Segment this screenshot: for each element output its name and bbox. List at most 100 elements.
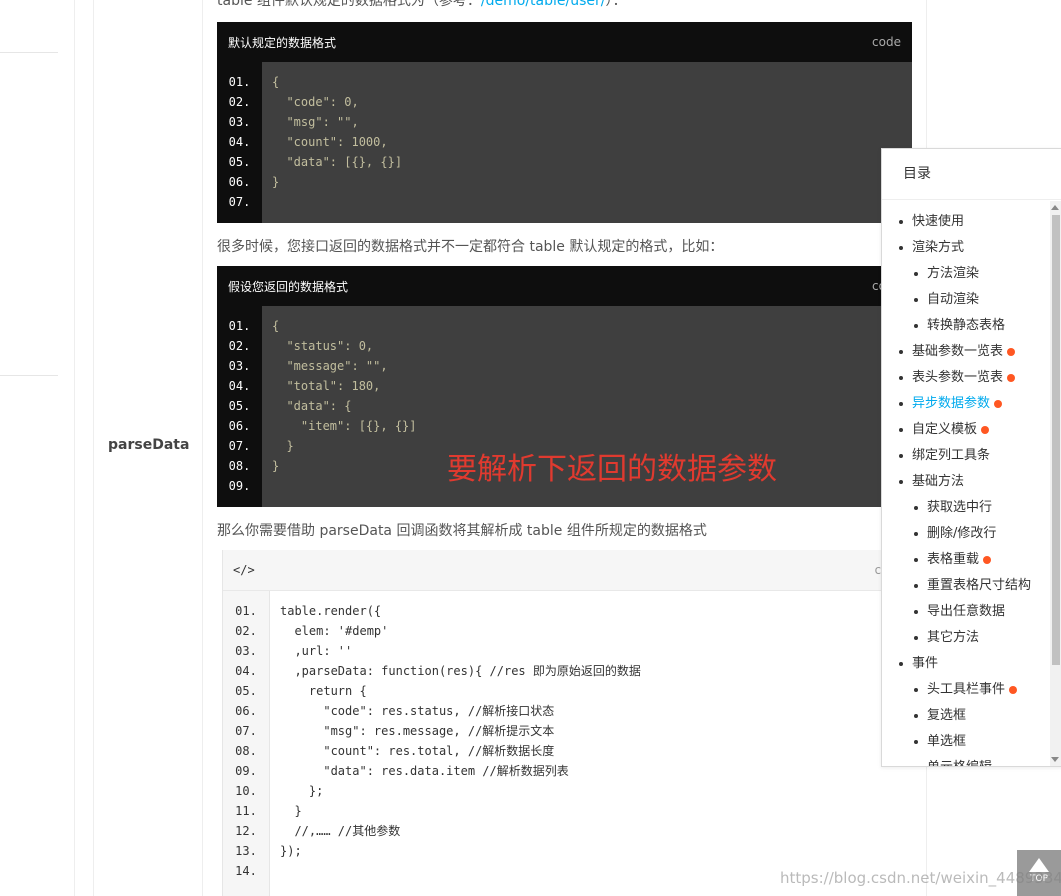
bullet-icon: [914, 532, 918, 536]
scroll-up-icon[interactable]: [1051, 205, 1059, 210]
line-number: 01.: [228, 319, 251, 333]
code-line: ,parseData: function(res){ //res 即为原始返回的…: [280, 664, 641, 678]
code-line: }: [272, 175, 280, 189]
scroll-down-icon[interactable]: [1051, 757, 1059, 762]
bullet-icon: [914, 714, 918, 718]
toc-item[interactable]: 绑定列工具条: [882, 443, 1050, 469]
line-number: 07.: [228, 195, 251, 209]
toc-item[interactable]: 单元格编辑: [882, 755, 1050, 766]
code-block-default-format: 默认规定的数据格式 code 01. 02. 03. 04. 05. 06. 07. { "…: [217, 22, 912, 223]
toc-item[interactable]: 自定义模板: [882, 417, 1050, 443]
toc-item[interactable]: 表头参数一览表: [882, 365, 1050, 391]
line-number: 03.: [228, 359, 251, 373]
code-block-header: 默认规定的数据格式 code: [217, 22, 912, 62]
bullet-icon: [899, 662, 903, 666]
line-numbers: 01. 02. 03. 04. 05. 06. 07. 08. 09.: [217, 306, 262, 507]
property-name: parseData: [108, 437, 190, 453]
toc-item[interactable]: 其它方法: [882, 625, 1050, 651]
bullet-icon: [914, 740, 918, 744]
code-block-header: </> code: [223, 550, 913, 591]
code-line: table.render({: [280, 604, 382, 618]
toc-item-label: 事件: [912, 656, 939, 671]
toc-item[interactable]: 表格重载: [882, 547, 1050, 573]
code-line: }: [280, 804, 302, 818]
toc-item[interactable]: 头工具栏事件: [882, 677, 1050, 703]
new-badge-dot-icon: [994, 399, 1003, 408]
red-annotation: 要解析下返回的数据参数: [447, 452, 777, 487]
code-line: ,url: '': [280, 644, 353, 658]
paragraph-text: 那么你需要借助 parseData 回调函数将其解析成 table 组件所规定的…: [217, 523, 707, 539]
bullet-icon: [899, 220, 903, 224]
intro-tail: ）：: [605, 0, 627, 9]
code-body: 01. 02. 03. 04. 05. 06. 07. { "code": 0, "msg"…: [217, 62, 912, 223]
line-number: 06.: [228, 175, 251, 189]
line-number: 03.: [235, 644, 257, 658]
toc-item-label: 快速使用: [912, 214, 965, 229]
line-number: 07.: [228, 439, 251, 453]
code-line: "status": 0,: [272, 339, 374, 353]
line-number: 12.: [235, 824, 257, 838]
line-number: 06.: [228, 419, 251, 433]
code-line: "count": 1000,: [272, 135, 388, 149]
line-numbers: 01. 02. 03. 04. 05. 06. 07. 08. 09. 10. 11. 12. 13. 1…: [223, 591, 270, 896]
toc-item[interactable]: 删除/修改行: [882, 521, 1050, 547]
bullet-icon: [914, 610, 918, 614]
bullet-icon: [914, 688, 918, 692]
toc-item-label: 渲染方式: [912, 240, 965, 255]
toc-item[interactable]: 重置表格尺寸结构: [882, 573, 1050, 599]
toc-item[interactable]: 快速使用: [882, 209, 1050, 235]
scrollbar-thumb[interactable]: [1052, 215, 1060, 665]
toc-item[interactable]: 方法渲染: [882, 261, 1050, 287]
code-line: elem: '#demp': [280, 624, 389, 638]
toc-item-label: 单元格编辑: [927, 760, 992, 766]
code-line: };: [280, 784, 324, 798]
toc-title: 目录: [882, 149, 1061, 200]
toc-item-label: 复选框: [927, 708, 967, 723]
line-number: 02.: [228, 339, 251, 353]
line-number: 01.: [235, 604, 257, 618]
bullet-icon: [899, 246, 903, 250]
toc-item[interactable]: 自动渲染: [882, 287, 1050, 313]
toc-item[interactable]: 获取选中行: [882, 495, 1050, 521]
line-number: 05.: [228, 155, 251, 169]
toc-item[interactable]: 异步数据参数: [882, 391, 1050, 417]
toc-item[interactable]: 基础方法: [882, 469, 1050, 495]
code-line: return {: [280, 684, 367, 698]
toc-scrollbar[interactable]: [1050, 201, 1061, 766]
code-body: 01. 02. 03. 04. 05. 06. 07. 08. 09. 10. 11. 12. 13. 1…: [223, 591, 913, 896]
bullet-icon: [899, 350, 903, 354]
toc-item[interactable]: 导出任意数据: [882, 599, 1050, 625]
new-badge-dot-icon: [1007, 373, 1016, 382]
line-number: 09.: [228, 479, 251, 493]
new-badge-dot-icon: [983, 555, 992, 564]
toc-item[interactable]: 基础参数一览表: [882, 339, 1050, 365]
toc-item[interactable]: 单选框: [882, 729, 1050, 755]
bullet-icon: [914, 506, 918, 510]
code-line: "code": res.status, //解析接口状态: [280, 704, 555, 718]
toc-item-label: 表头参数一览表: [912, 370, 1004, 385]
bullet-icon: [899, 480, 903, 484]
paragraph-text: 很多时候，您接口返回的数据格式并不一定都符合 table 默认规定的格式，比如：: [217, 239, 724, 255]
toc-item[interactable]: 复选框: [882, 703, 1050, 729]
intro-text: table 组件默认规定的数据格式为（参考：/demo/table/user/）…: [217, 0, 627, 10]
toc-item[interactable]: 渲染方式: [882, 235, 1050, 261]
toc-item[interactable]: 事件: [882, 651, 1050, 677]
new-badge-dot-icon: [981, 425, 990, 434]
new-badge-dot-icon: [1009, 685, 1018, 694]
toc-list: 快速使用渲染方式方法渲染 自动渲染 转换静态表格 基础参数一览表表头参数一览表异步数据…: [882, 209, 1050, 766]
code-icon: </>: [233, 563, 255, 577]
demo-link[interactable]: /demo/table/user/: [481, 0, 606, 9]
line-number: 02.: [228, 95, 251, 109]
toc-item-label: 获取选中行: [927, 500, 993, 515]
code-line: });: [280, 844, 302, 858]
bullet-icon: [899, 376, 903, 380]
line-number: 05.: [235, 684, 257, 698]
toc-item[interactable]: 转换静态表格: [882, 313, 1050, 339]
toc-panel: 目录 快速使用渲染方式方法渲染 自动渲染 转换静态表格 基础参数一览表表头参数一览表异…: [881, 148, 1061, 767]
code-line: "data": [{}, {}]: [272, 155, 403, 169]
divider: [0, 375, 58, 376]
bullet-icon: [914, 636, 918, 640]
bullet-icon: [914, 324, 918, 328]
toc-item-label: 重置表格尺寸结构: [927, 578, 1032, 593]
